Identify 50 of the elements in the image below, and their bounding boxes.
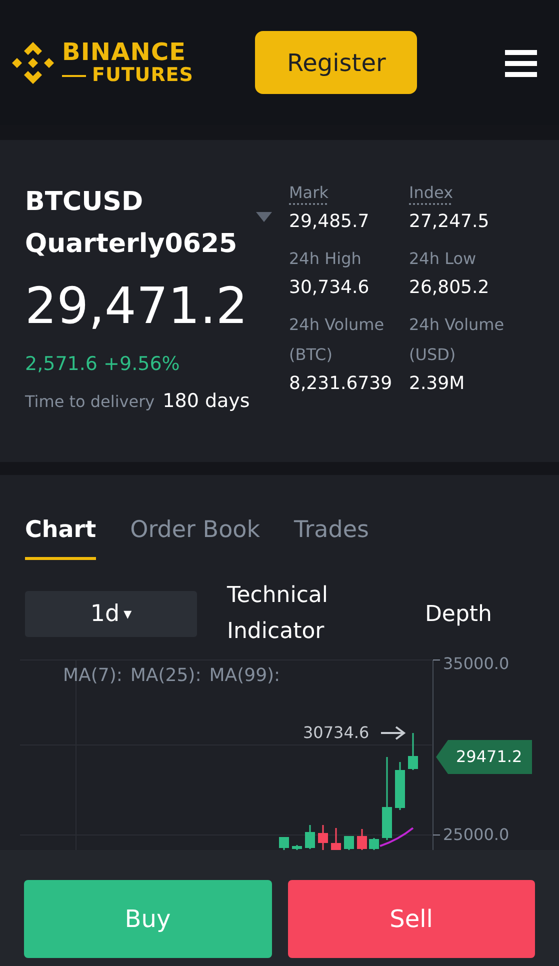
symbol-name: BTCUSD [25,186,144,219]
diamond-logo-icon [10,40,56,86]
delivery-label: Time to delivery [25,390,155,412]
ma-label: MA(7): [63,664,122,688]
stat-label: 24h Volume (USD) [409,314,506,366]
stat-value: 27,247.5 [409,210,490,234]
candle [279,837,289,850]
price-change: 2,571.6 +9.56% [25,352,181,377]
stat-label: 24h Volume (BTC) [289,314,386,366]
register-button[interactable]: Register [255,31,418,94]
stat-label: Mark [289,182,330,204]
candle [318,825,328,850]
stat-value: 8,231.6739 [289,372,394,396]
candle [305,825,315,849]
logo-wordmark: BINANCE [62,40,188,64]
candle [395,762,405,810]
candle [369,838,379,850]
last-price: 29,471.2 [25,276,249,337]
stat-label: Index [409,182,454,204]
sell-button[interactable]: Sell [288,880,535,958]
arrow-icon [381,726,406,740]
dropdown-caret-icon[interactable] [256,212,272,222]
stat-label: 24h Low [409,248,478,270]
delivery-value: 180 days [162,388,250,414]
stat-value: 2.39M [409,372,466,396]
ma-label: MA(25): [130,664,202,688]
ma-label: MA(99): [209,664,280,688]
tab[interactable]: Trades [294,512,369,560]
stat-label: 24h High [289,248,362,270]
logo-subtitle: FUTURES [92,66,194,85]
candle [357,829,367,850]
axis-label: 35000.0 [443,653,510,675]
candle [331,828,341,850]
candle [344,836,354,850]
candle [292,845,302,850]
tab[interactable]: Chart [25,512,96,560]
moving-average-line [380,827,414,847]
indicator-button[interactable]: Technical Indicator [227,578,357,650]
price-tag: 29471.2 [436,740,532,774]
interval-select[interactable]: 1d ▾ [25,591,197,637]
contract-name: Quarterly0625 [25,228,238,261]
menu-icon[interactable] [505,48,537,78]
axis-label: 25000.0 [443,824,510,846]
tab[interactable]: Order Book [130,512,260,560]
stat-value: 30,734.6 [289,276,370,300]
depth-button[interactable]: Depth [424,598,492,630]
high-marker-label: 30734.6 [303,722,370,744]
stat-value: 26,805.2 [409,276,490,300]
stat-value: 29,485.7 [289,210,370,234]
candle [408,733,418,770]
